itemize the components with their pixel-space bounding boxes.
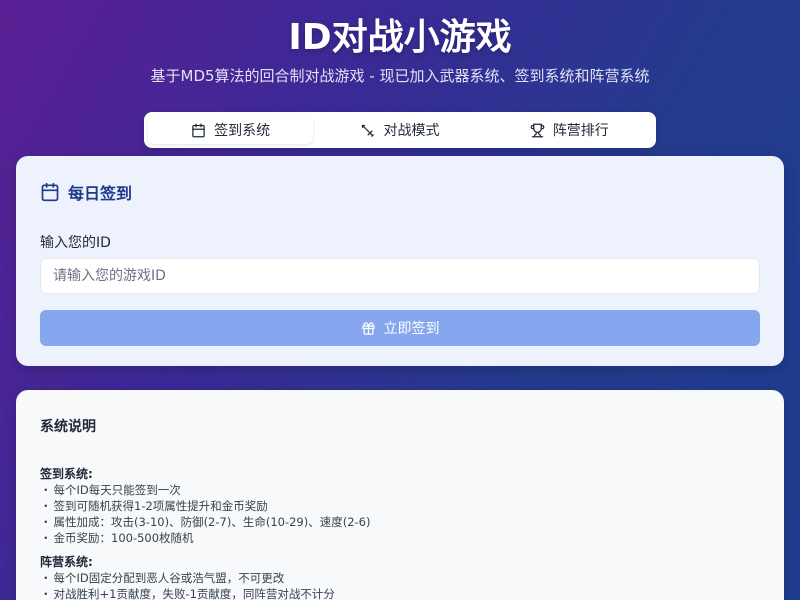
- id-field-label: 输入您的ID: [40, 235, 111, 251]
- section-list: 每个ID每天只能签到一次 签到可随机获得1-2项属性提升和金币奖励 属性加成：攻…: [40, 482, 760, 546]
- checkin-card: 每日签到 输入您的ID 立即签到: [16, 156, 784, 366]
- checkin-heading: 每日签到: [40, 180, 760, 204]
- tab-label: 签到系统: [214, 123, 271, 139]
- list-item: 金币奖励：100-500枚随机: [40, 530, 760, 546]
- info-card: 系统说明 签到系统: 每个ID每天只能签到一次 签到可随机获得1-2项属性提升和…: [16, 390, 784, 600]
- section-list: 每个ID固定分配到恶人谷或浩气盟，不可更改 对战胜利+1贡献度，失败-1贡献度，…: [40, 570, 760, 600]
- id-input[interactable]: [40, 258, 760, 294]
- tab-label: 对战模式: [383, 123, 440, 139]
- list-item: 每个ID每天只能签到一次: [40, 482, 760, 498]
- info-title: 系统说明: [40, 419, 96, 435]
- tab-bar: 签到系统 对战模式 阵营排行: [144, 112, 656, 148]
- page-subtitle: 基于MD5算法的回合制对战游戏 - 现已加入武器系统、签到系统和阵营系统: [150, 67, 650, 85]
- list-item: 每个ID固定分配到恶人谷或浩气盟，不可更改: [40, 570, 760, 586]
- sword-icon: [362, 124, 375, 137]
- list-item: 属性加成：攻击(3-10)、防御(2-7)、生命(10-29)、速度(2-6): [40, 514, 760, 530]
- checkin-button[interactable]: 立即签到: [40, 310, 760, 346]
- checkin-heading-text: 每日签到: [68, 184, 133, 203]
- calendar-icon: [41, 182, 59, 202]
- list-item: 签到可随机获得1-2项属性提升和金币奖励: [40, 498, 760, 514]
- section-title: 阵营系统:: [40, 555, 93, 569]
- section-title: 签到系统:: [40, 467, 93, 481]
- calendar-icon: [192, 123, 205, 137]
- header: ID对战小游戏 基于MD5算法的回合制对战游戏 - 现已加入武器系统、签到系统和…: [0, 14, 800, 86]
- page-title: ID对战小游戏: [288, 17, 512, 58]
- info-section-checkin: 签到系统: 每个ID每天只能签到一次 签到可随机获得1-2项属性提升和金币奖励 …: [40, 466, 760, 546]
- tab-label: 阵营排行: [552, 123, 609, 139]
- tab-ranking[interactable]: 阵营排行: [487, 116, 652, 144]
- gift-icon: [361, 321, 375, 335]
- tab-checkin[interactable]: 签到系统: [148, 116, 314, 144]
- info-section-faction: 阵营系统: 每个ID固定分配到恶人谷或浩气盟，不可更改 对战胜利+1贡献度，失败…: [40, 554, 760, 600]
- tab-battle[interactable]: 对战模式: [317, 116, 482, 144]
- checkin-button-label: 立即签到: [383, 321, 440, 337]
- trophy-icon: [530, 123, 545, 137]
- list-item: 对战胜利+1贡献度，失败-1贡献度，同阵营对战不计分: [40, 586, 760, 600]
